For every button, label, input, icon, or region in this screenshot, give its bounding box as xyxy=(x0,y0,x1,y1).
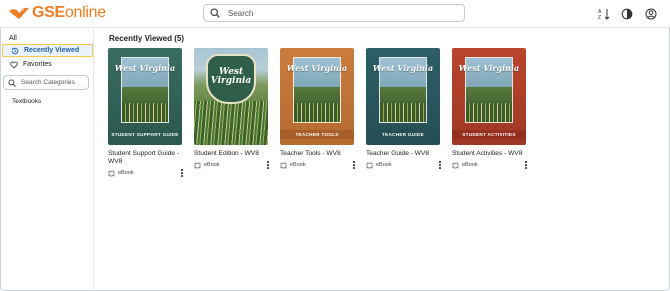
ebook-icon xyxy=(366,162,373,169)
search-icon xyxy=(210,8,220,18)
cover-label: STUDENT ACTIVITIES xyxy=(452,130,526,139)
book-title[interactable]: Teacher Tools - WV8 xyxy=(280,150,356,158)
ebook-icon xyxy=(280,162,287,169)
cover-state-name: West Virginia xyxy=(458,63,520,73)
book-title[interactable]: Student Edition - WV8 xyxy=(194,150,270,158)
more-options-icon[interactable] xyxy=(266,161,270,169)
cover-label: TEACHER GUIDE xyxy=(366,130,440,139)
ebook-icon xyxy=(452,162,459,169)
book-type: eBook xyxy=(376,162,392,168)
sidebar-item-label: Recently Viewed xyxy=(24,47,80,54)
sort-icon: A Z xyxy=(598,8,609,20)
logo-text: GSEonline xyxy=(32,4,106,22)
section-title: Recently Viewed (5) xyxy=(109,34,184,43)
cover-state-name: West Virginia xyxy=(372,63,434,73)
book-cover[interactable]: West Virginia STUDENT ACTIVITIES xyxy=(452,48,526,145)
cover-label: TEACHER TOOLS xyxy=(280,130,354,139)
cover-state-name: West Virginia xyxy=(114,63,176,73)
account-icon xyxy=(645,8,656,19)
book-cover[interactable]: West Virginia TEACHER GUIDE xyxy=(366,48,440,145)
top-header: GSEonline Search A Z xyxy=(0,0,670,28)
search-placeholder: Search xyxy=(228,8,254,18)
book-card[interactable]: West Virginia Student Edition - WV8 eBoo… xyxy=(194,48,270,169)
sidebar-item-label: All xyxy=(9,35,17,42)
book-card[interactable]: West Virginia TEACHER GUIDE Teacher Guid… xyxy=(366,48,442,169)
cover-badge: West Virginia xyxy=(206,54,256,104)
gse-online-logo[interactable]: GSEonline xyxy=(8,3,106,23)
more-options-icon[interactable] xyxy=(180,169,184,177)
book-meta: eBook xyxy=(452,161,528,169)
book-meta: eBook xyxy=(108,169,184,177)
book-type: eBook xyxy=(290,162,306,168)
cover-state-name: West Virginia xyxy=(286,63,348,73)
book-meta: eBook xyxy=(194,161,270,169)
history-icon xyxy=(10,46,19,55)
account-button[interactable] xyxy=(644,7,657,20)
book-type: eBook xyxy=(462,162,478,168)
category-search-placeholder: Search Categories xyxy=(21,79,75,86)
book-cover[interactable]: West Virginia xyxy=(194,48,268,145)
sort-button[interactable]: A Z xyxy=(597,7,610,20)
search-input[interactable]: Search xyxy=(203,4,465,22)
book-cover[interactable]: West Virginia TEACHER TOOLS xyxy=(280,48,354,145)
book-card[interactable]: West Virginia TEACHER TOOLS Teacher Tool… xyxy=(280,48,356,169)
more-options-icon[interactable] xyxy=(438,161,442,169)
book-card[interactable]: West Virginia STUDENT ACTIVITIES Student… xyxy=(452,48,528,169)
cover-art xyxy=(194,101,268,145)
sidebar: All Recently Viewed Favorites Search Cat… xyxy=(0,29,94,291)
more-options-icon[interactable] xyxy=(524,161,528,169)
book-meta: eBook xyxy=(366,161,442,169)
sidebar-item-favorites[interactable]: Favorites xyxy=(2,58,93,71)
logo-brand: GSE xyxy=(32,4,65,21)
book-title[interactable]: Student Activities - WV8 xyxy=(452,150,528,158)
ebook-icon xyxy=(194,162,201,169)
search-icon xyxy=(8,78,16,87)
contrast-icon xyxy=(621,8,632,19)
book-cover[interactable]: West Virginia STUDENT SUPPORT GUIDE xyxy=(108,48,182,145)
contrast-toggle-button[interactable] xyxy=(620,7,633,20)
book-card[interactable]: West Virginia STUDENT SUPPORT GUIDE Stud… xyxy=(108,48,184,177)
cover-label: STUDENT SUPPORT GUIDE xyxy=(108,130,182,139)
book-meta: eBook xyxy=(280,161,356,169)
book-type: eBook xyxy=(118,170,134,176)
book-title[interactable]: Teacher Guide - WV8 xyxy=(366,150,442,158)
bird-logo-icon xyxy=(9,7,29,19)
book-title[interactable]: Student Support Guide - WV8 xyxy=(108,150,184,166)
sidebar-item-label: Favorites xyxy=(23,61,52,68)
category-search-input[interactable]: Search Categories xyxy=(3,75,89,90)
category-textbooks[interactable]: Textbooks xyxy=(12,98,41,105)
ebook-icon xyxy=(108,170,115,177)
svg-text:Z: Z xyxy=(598,15,601,20)
sidebar-item-recently-viewed[interactable]: Recently Viewed xyxy=(2,44,93,57)
heart-icon xyxy=(9,60,18,69)
logo-suffix: online xyxy=(64,4,106,21)
book-type: eBook xyxy=(204,162,220,168)
more-options-icon[interactable] xyxy=(352,161,356,169)
cover-state-name: West Virginia xyxy=(210,67,252,86)
